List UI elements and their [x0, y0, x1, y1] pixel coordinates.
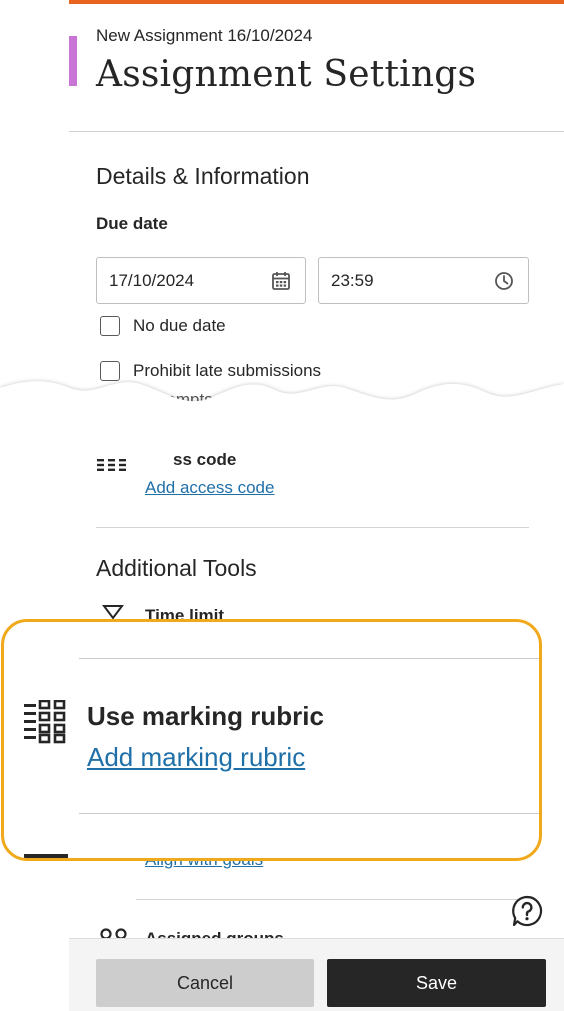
groups-icon: [99, 928, 129, 938]
due-time-value: 23:59: [331, 270, 374, 290]
access-code-title: ss code: [173, 450, 237, 469]
add-access-code-link[interactable]: Add access code: [145, 478, 274, 498]
title-marker: [69, 36, 77, 86]
torn-edge: [0, 381, 564, 450]
details-heading: Details & Information: [96, 163, 310, 189]
cancel-button[interactable]: Cancel: [96, 959, 314, 1007]
goals-divider: [136, 899, 529, 900]
due-date-input[interactable]: 17/10/2024: [96, 257, 306, 304]
top-accent-bar: [69, 0, 564, 4]
due-date-label: Due date: [96, 214, 168, 233]
page-subtitle: New Assignment 16/10/2024: [96, 26, 313, 45]
add-marking-rubric-link[interactable]: Add marking rubric: [87, 742, 305, 773]
due-time-input[interactable]: 23:59: [318, 257, 529, 304]
section-divider: [96, 527, 529, 528]
page-title: Assignment Settings: [96, 54, 477, 95]
additional-tools-heading: Additional Tools: [96, 555, 257, 581]
rubric-title: Use marking rubric: [87, 701, 324, 731]
calendar-icon[interactable]: [270, 270, 292, 292]
clock-icon[interactable]: [493, 270, 515, 292]
access-code-row: ss code Add access code: [96, 450, 546, 510]
assigned-groups-row[interactable]: Assigned groups: [96, 928, 396, 938]
callout-divider-top: [79, 658, 539, 659]
rubric-grid-icon: [24, 699, 70, 749]
footer-bar: Cancel Save: [69, 938, 564, 1011]
callout-divider-bottom: [79, 813, 539, 814]
save-button[interactable]: Save: [327, 959, 546, 1007]
access-code-icon: [96, 458, 128, 477]
header-divider: [69, 131, 564, 132]
no-due-date-row[interactable]: No due date: [100, 316, 226, 336]
help-bubble-icon[interactable]: [511, 895, 543, 927]
rubric-callout: Use marking rubric Add marking rubric: [1, 619, 542, 861]
goals-icon: [24, 854, 68, 858]
assigned-groups-label: Assigned groups: [145, 929, 284, 938]
due-date-value: 17/10/2024: [109, 270, 195, 290]
no-due-date-checkbox[interactable]: [100, 316, 120, 336]
no-due-date-label: No due date: [133, 316, 226, 335]
